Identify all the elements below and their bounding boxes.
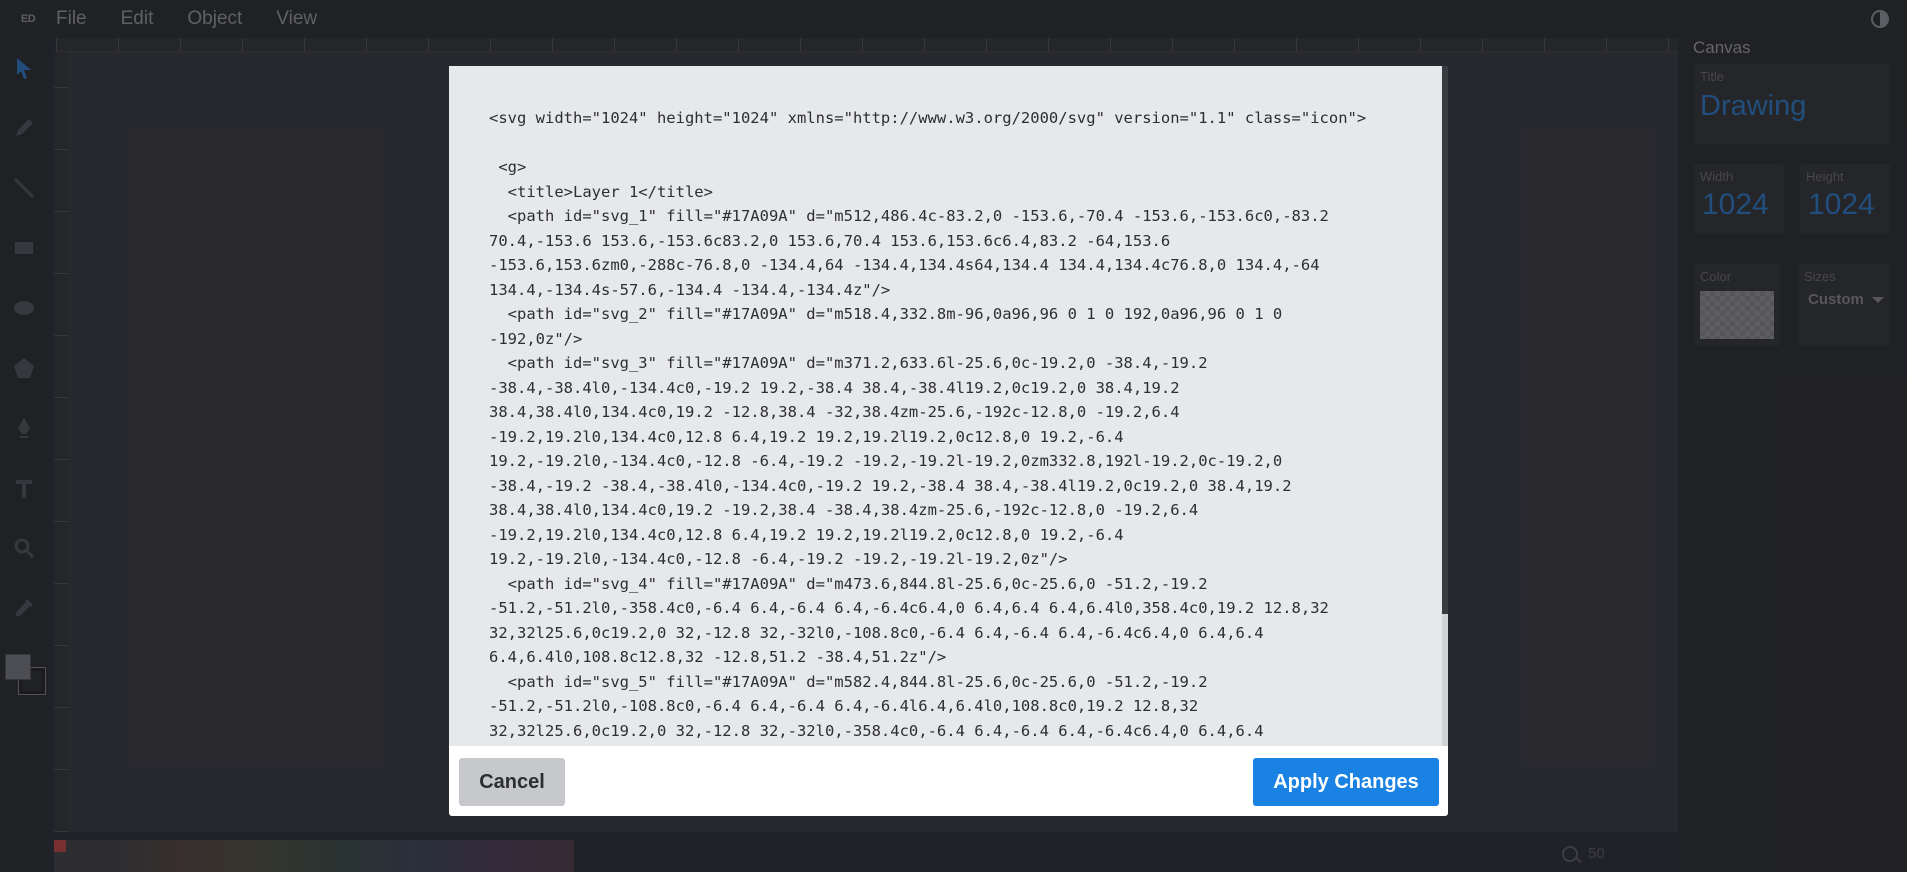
apply-changes-button[interactable]: Apply Changes: [1253, 758, 1439, 806]
svg-source-editor[interactable]: <svg width="1024" height="1024" xmlns="h…: [449, 66, 1448, 746]
scrollbar[interactable]: [1442, 66, 1448, 746]
cancel-button[interactable]: Cancel: [459, 758, 565, 806]
scrollbar-thumb[interactable]: [1442, 66, 1448, 614]
svg-source-text[interactable]: <svg width="1024" height="1024" xmlns="h…: [489, 106, 1409, 743]
svg-source-dialog: <svg width="1024" height="1024" xmlns="h…: [449, 66, 1448, 816]
